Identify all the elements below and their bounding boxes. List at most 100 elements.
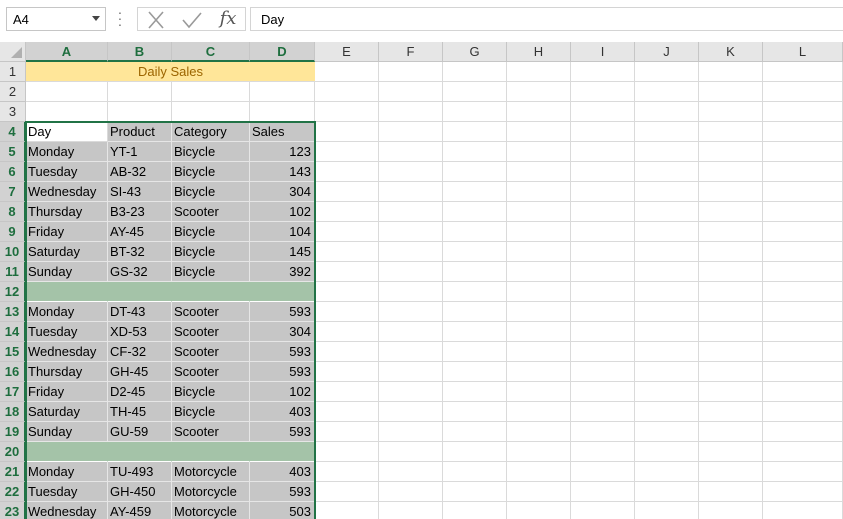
cell-l11[interactable] — [763, 262, 843, 282]
separator-cell[interactable] — [108, 442, 172, 462]
cell-e5[interactable] — [315, 142, 379, 162]
cell-f9[interactable] — [379, 222, 443, 242]
cell-l1[interactable] — [763, 62, 843, 82]
table-cell[interactable]: Scooter — [172, 362, 250, 382]
cell-e15[interactable] — [315, 342, 379, 362]
table-cell[interactable]: Wednesday — [26, 182, 108, 202]
cell-f17[interactable] — [379, 382, 443, 402]
cell-f12[interactable] — [379, 282, 443, 302]
cell-k8[interactable] — [699, 202, 763, 222]
cell-g7[interactable] — [443, 182, 507, 202]
cell-e18[interactable] — [315, 402, 379, 422]
cell-k13[interactable] — [699, 302, 763, 322]
cell-g1[interactable] — [443, 62, 507, 82]
cell-k11[interactable] — [699, 262, 763, 282]
row-header-6[interactable]: 6 — [0, 162, 26, 182]
cell-k2[interactable] — [699, 82, 763, 102]
column-header-k[interactable]: K — [699, 42, 763, 62]
cell-b3[interactable] — [108, 102, 172, 122]
cell-k7[interactable] — [699, 182, 763, 202]
cell-i1[interactable] — [571, 62, 635, 82]
cell-h6[interactable] — [507, 162, 571, 182]
column-header-f[interactable]: F — [379, 42, 443, 62]
cell-h14[interactable] — [507, 322, 571, 342]
cell-i2[interactable] — [571, 82, 635, 102]
cell-f2[interactable] — [379, 82, 443, 102]
cell-k18[interactable] — [699, 402, 763, 422]
cell-j7[interactable] — [635, 182, 699, 202]
cell-h22[interactable] — [507, 482, 571, 502]
cell-l12[interactable] — [763, 282, 843, 302]
table-cell[interactable]: TH-45 — [108, 402, 172, 422]
cell-j1[interactable] — [635, 62, 699, 82]
column-header-h[interactable]: H — [507, 42, 571, 62]
cell-h17[interactable] — [507, 382, 571, 402]
row-header-4[interactable]: 4 — [0, 122, 26, 142]
cell-b2[interactable] — [108, 82, 172, 102]
cell-j17[interactable] — [635, 382, 699, 402]
table-cell[interactable]: 143 — [250, 162, 315, 182]
table-cell[interactable]: 593 — [250, 342, 315, 362]
cell-h16[interactable] — [507, 362, 571, 382]
cell-h23[interactable] — [507, 502, 571, 519]
title-cell[interactable]: Daily Sales — [26, 62, 315, 82]
cell-h5[interactable] — [507, 142, 571, 162]
table-cell[interactable]: 102 — [250, 202, 315, 222]
cell-j3[interactable] — [635, 102, 699, 122]
table-cell[interactable]: Monday — [26, 142, 108, 162]
table-cell[interactable]: 304 — [250, 182, 315, 202]
cell-e2[interactable] — [315, 82, 379, 102]
table-cell[interactable]: Monday — [26, 462, 108, 482]
cell-i23[interactable] — [571, 502, 635, 519]
cell-l7[interactable] — [763, 182, 843, 202]
table-cell[interactable]: 145 — [250, 242, 315, 262]
cell-i5[interactable] — [571, 142, 635, 162]
table-cell[interactable]: XD-53 — [108, 322, 172, 342]
cell-j11[interactable] — [635, 262, 699, 282]
table-cell[interactable]: Monday — [26, 302, 108, 322]
cell-i3[interactable] — [571, 102, 635, 122]
table-cell[interactable]: Motorcycle — [172, 482, 250, 502]
check-icon[interactable] — [181, 10, 203, 30]
table-cell[interactable]: 593 — [250, 362, 315, 382]
cell-k9[interactable] — [699, 222, 763, 242]
table-cell[interactable]: Bicycle — [172, 182, 250, 202]
cell-i18[interactable] — [571, 402, 635, 422]
cell-h3[interactable] — [507, 102, 571, 122]
table-cell[interactable]: SI-43 — [108, 182, 172, 202]
formula-input[interactable]: Day — [250, 7, 843, 31]
cell-h8[interactable] — [507, 202, 571, 222]
cell-l4[interactable] — [763, 122, 843, 142]
cell-j16[interactable] — [635, 362, 699, 382]
cell-h4[interactable] — [507, 122, 571, 142]
table-cell[interactable]: 593 — [250, 422, 315, 442]
cell-j20[interactable] — [635, 442, 699, 462]
cell-c3[interactable] — [172, 102, 250, 122]
row-header-16[interactable]: 16 — [0, 362, 26, 382]
row-header-11[interactable]: 11 — [0, 262, 26, 282]
cell-h15[interactable] — [507, 342, 571, 362]
separator-cell[interactable] — [250, 442, 315, 462]
cell-h2[interactable] — [507, 82, 571, 102]
cell-f20[interactable] — [379, 442, 443, 462]
row-header-20[interactable]: 20 — [0, 442, 26, 462]
cell-c2[interactable] — [172, 82, 250, 102]
table-cell[interactable]: YT-1 — [108, 142, 172, 162]
cell-g15[interactable] — [443, 342, 507, 362]
row-header-8[interactable]: 8 — [0, 202, 26, 222]
table-cell[interactable]: 392 — [250, 262, 315, 282]
cell-j14[interactable] — [635, 322, 699, 342]
cell-j23[interactable] — [635, 502, 699, 519]
cell-h20[interactable] — [507, 442, 571, 462]
table-cell[interactable]: AB-32 — [108, 162, 172, 182]
cell-l2[interactable] — [763, 82, 843, 102]
cell-i21[interactable] — [571, 462, 635, 482]
table-cell[interactable]: Wednesday — [26, 502, 108, 519]
cell-f16[interactable] — [379, 362, 443, 382]
row-header-13[interactable]: 13 — [0, 302, 26, 322]
cell-a2[interactable] — [26, 82, 108, 102]
cell-j9[interactable] — [635, 222, 699, 242]
table-cell[interactable]: Thursday — [26, 202, 108, 222]
cell-f5[interactable] — [379, 142, 443, 162]
table-cell[interactable]: BT-32 — [108, 242, 172, 262]
